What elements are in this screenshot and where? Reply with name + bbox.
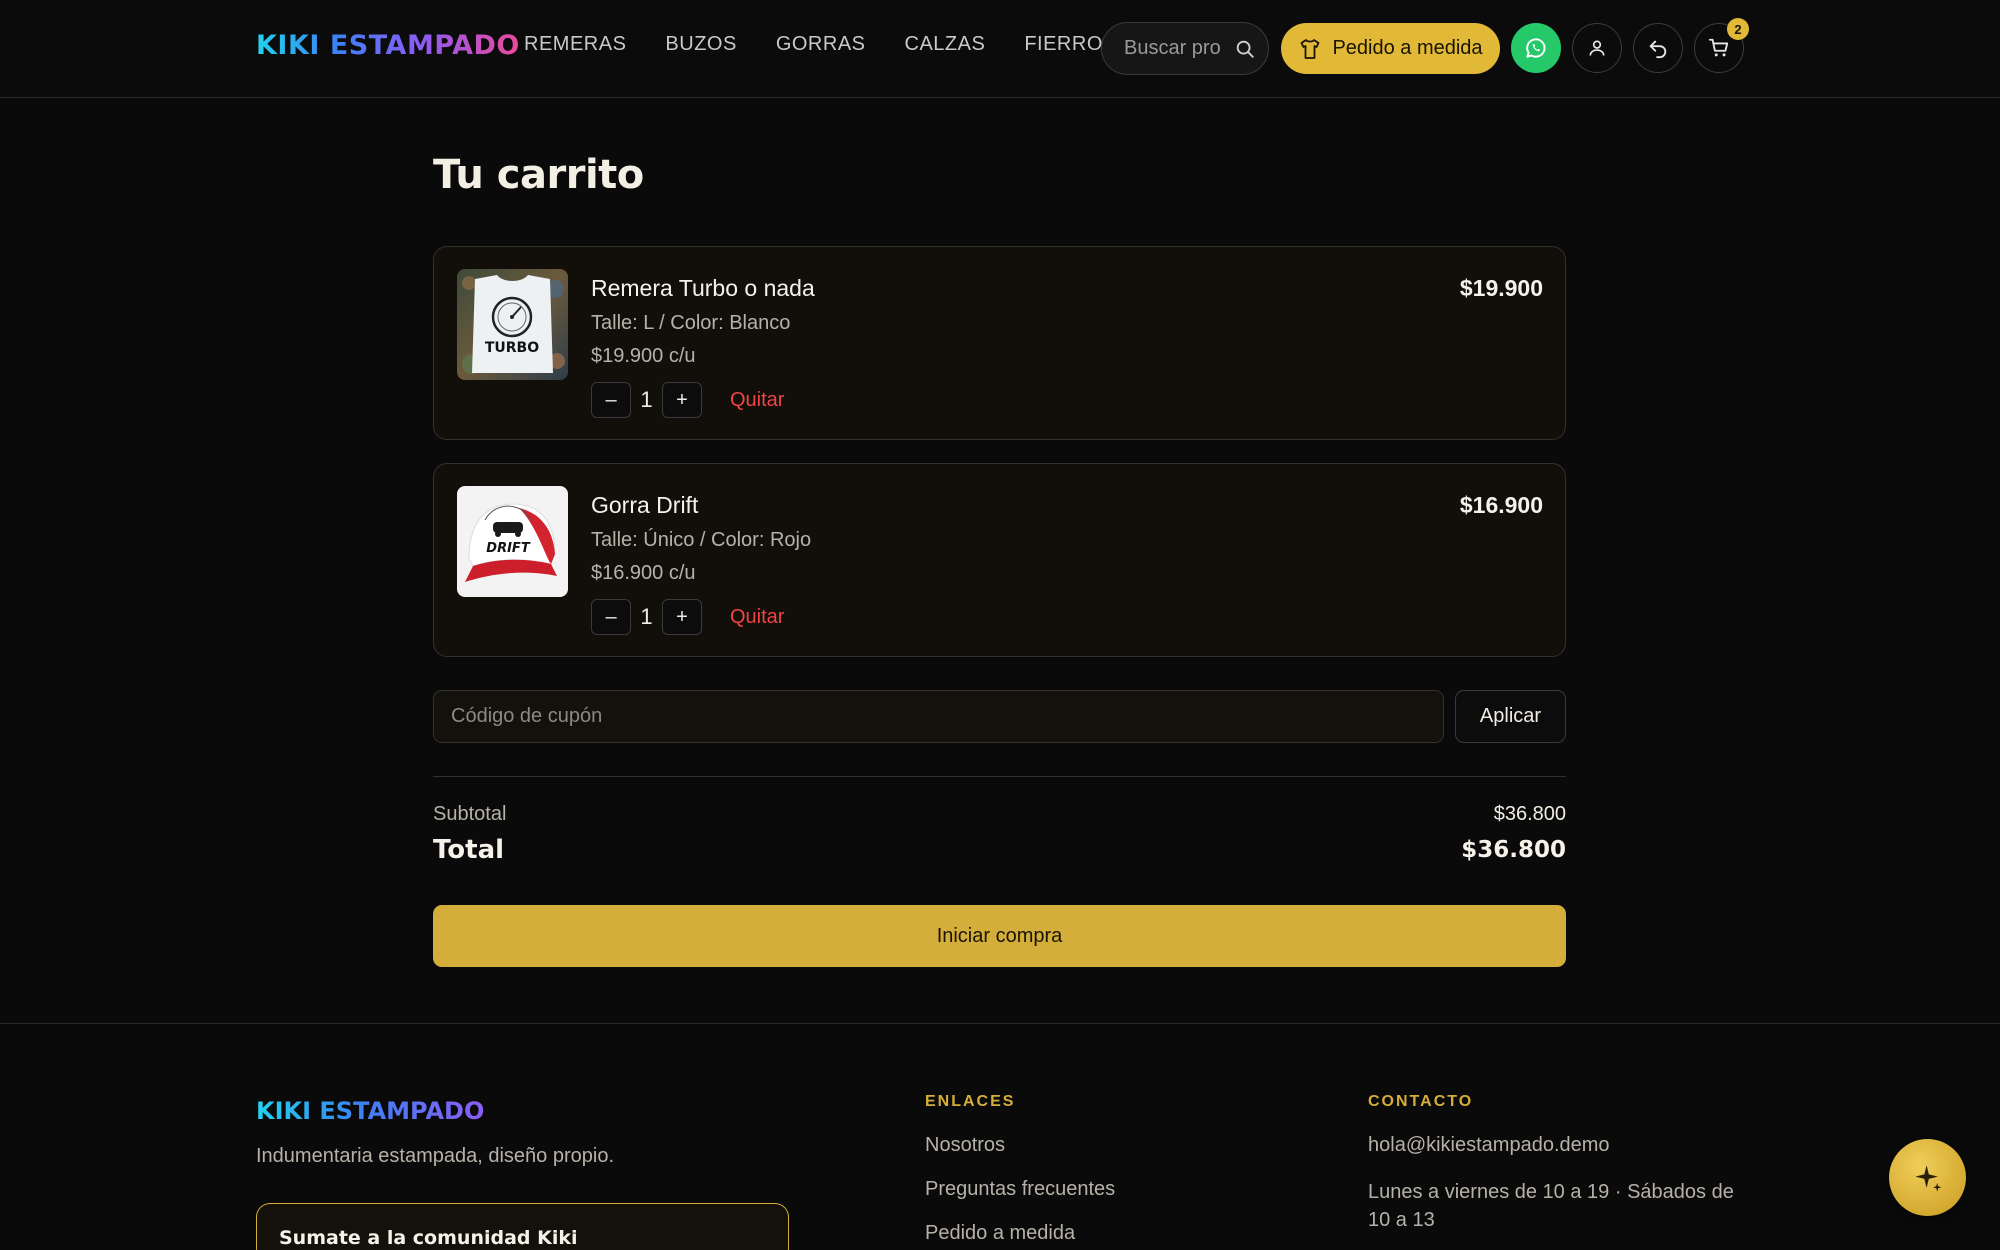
item-line-total: $16.900 — [1459, 492, 1543, 518]
product-image[interactable]: DRIFT — [457, 486, 568, 597]
cart-item: TURBO Remera Turbo o nada Talle: L / Col… — [433, 246, 1566, 440]
decrease-quantity-button[interactable]: – — [591, 599, 631, 635]
search-input[interactable] — [1124, 37, 1220, 60]
product-variant: Talle: Único / Color: Rojo — [591, 529, 812, 551]
quantity-stepper: – 1 + Quitar — [591, 382, 784, 418]
subtotal-value: $36.800 — [1493, 803, 1566, 825]
divider — [433, 776, 1566, 777]
quantity-stepper: – 1 + Quitar — [591, 599, 784, 635]
product-image[interactable]: TURBO — [457, 269, 568, 380]
product-unit-price: $16.900 c/u — [591, 562, 696, 584]
product-image-text: DRIFT — [486, 541, 531, 556]
search-icon[interactable] — [1234, 38, 1256, 60]
site-header: KIKI ESTAMPADO REMERAS BUZOS GORRAS CALZ… — [0, 0, 2000, 98]
item-line-total: $19.900 — [1459, 275, 1543, 301]
cart-button[interactable]: 2 — [1694, 18, 1749, 73]
cart-item: DRIFT Gorra Drift Talle: Único / Color: … — [433, 463, 1566, 657]
nav-item-remeras[interactable]: REMERAS — [524, 33, 626, 56]
user-icon — [1589, 40, 1605, 56]
total-label: Total — [433, 835, 505, 865]
increase-quantity-button[interactable]: + — [662, 599, 702, 635]
footer-links-heading: ENLACES — [925, 1093, 1016, 1110]
footer-link-custom-order[interactable]: Pedido a medida — [925, 1222, 1075, 1245]
coupon-field — [433, 690, 1444, 743]
remove-item-button[interactable]: Quitar — [730, 389, 784, 412]
product-unit-price: $19.900 c/u — [591, 345, 696, 367]
footer-divider — [0, 1023, 2000, 1024]
nav-item-calzas[interactable]: CALZAS — [905, 33, 986, 56]
coupon-input[interactable] — [451, 705, 1431, 728]
newsletter-box: Sumate a la comunidad Kiki — [256, 1203, 789, 1250]
footer-link-faq[interactable]: Preguntas frecuentes — [925, 1178, 1115, 1201]
custom-order-label: Pedido a medida — [1332, 37, 1483, 59]
checkout-button[interactable]: Iniciar compra — [433, 905, 1566, 967]
footer-tagline: Indumentaria estampada, diseño propio. — [256, 1145, 615, 1167]
whatsapp-button[interactable] — [1511, 23, 1561, 73]
footer-contact-heading: CONTACTO — [1368, 1093, 1474, 1110]
cart-icon — [1708, 38, 1729, 57]
nav-item-buzos[interactable]: BUZOS — [665, 33, 736, 56]
subtotal-label: Subtotal — [433, 803, 507, 825]
site-logo[interactable]: KIKI ESTAMPADO — [256, 30, 520, 61]
contact-hours: Lunes a viernes de 10 a 19 · Sábados de … — [1368, 1181, 1734, 1231]
main-nav: REMERAS BUZOS GORRAS CALZAS FIERROS — [524, 33, 1156, 56]
account-button[interactable] — [1572, 23, 1622, 73]
quantity-value: 1 — [640, 604, 653, 629]
shirt-icon — [1301, 38, 1320, 59]
search-box — [1101, 22, 1269, 75]
remove-item-button[interactable]: Quitar — [730, 606, 784, 629]
product-variant: Talle: L / Color: Blanco — [591, 312, 791, 334]
newsletter-title: Sumate a la comunidad Kiki — [279, 1227, 578, 1249]
apply-coupon-button[interactable]: Aplicar — [1455, 690, 1566, 743]
back-button[interactable] — [1633, 23, 1683, 73]
product-name[interactable]: Remera Turbo o nada — [591, 275, 815, 302]
increase-quantity-button[interactable]: + — [662, 382, 702, 418]
quantity-value: 1 — [640, 387, 653, 412]
decrease-quantity-button[interactable]: – — [591, 382, 631, 418]
cart-count-badge: 2 — [1727, 18, 1749, 40]
page-title: Tu carrito — [433, 152, 644, 198]
sparkle-icon — [1914, 1164, 1941, 1191]
product-name[interactable]: Gorra Drift — [591, 492, 698, 519]
nav-item-gorras[interactable]: GORRAS — [776, 33, 866, 56]
custom-order-button[interactable]: Pedido a medida — [1281, 23, 1500, 74]
footer-link-nosotros[interactable]: Nosotros — [925, 1134, 1005, 1157]
footer-logo[interactable]: KIKI ESTAMPADO — [256, 1097, 484, 1125]
total-value: $36.800 — [1461, 837, 1566, 863]
assistant-fab-button[interactable] — [1889, 1139, 1966, 1216]
product-image-text: TURBO — [485, 340, 539, 356]
contact-email[interactable]: hola@kikiestampado.demo — [1368, 1134, 1610, 1157]
whatsapp-icon — [1526, 38, 1546, 58]
back-arrow-icon — [1649, 40, 1667, 59]
